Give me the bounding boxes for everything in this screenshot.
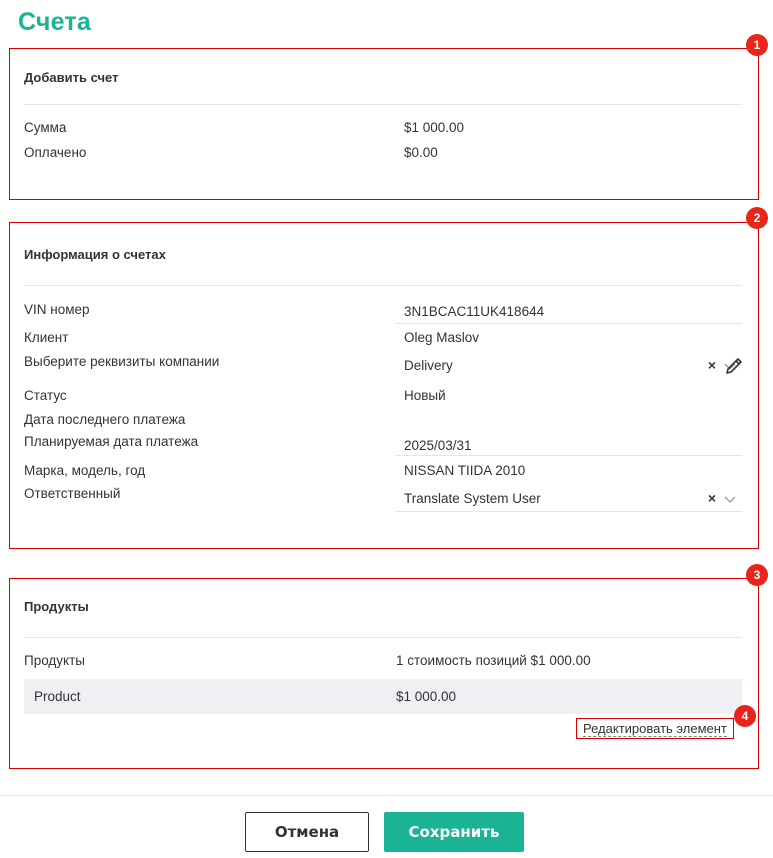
vin-field[interactable]: 3N1BCAC11UK418644 xyxy=(395,299,742,324)
annotation-badge-4: 4 xyxy=(734,705,756,727)
vin-label: VIN номер xyxy=(24,302,90,317)
add-invoice-title: Добавить счет xyxy=(24,70,119,85)
amount-row: Сумма $1 000.00 xyxy=(24,117,742,141)
client-value[interactable]: Oleg Maslov xyxy=(404,330,479,345)
invoice-info-header: Информация о счетах xyxy=(24,223,742,286)
paid-row: Оплачено $0.00 xyxy=(24,142,742,166)
last-payment-label: Дата последнего платежа xyxy=(24,412,186,427)
responsible-value: Translate System User xyxy=(404,491,541,506)
amount-value: $1 000.00 xyxy=(404,120,465,135)
products-title: Продукты xyxy=(24,599,89,614)
last-payment-row: Дата последнего платежа xyxy=(24,409,742,433)
responsible-row: Ответственный Translate System User × xyxy=(24,483,742,513)
amount-label: Сумма xyxy=(24,120,67,135)
annotation-badge-3: 3 xyxy=(746,564,768,586)
product-price: $1 000.00 xyxy=(396,689,457,704)
planned-payment-label: Планируемая дата платежа xyxy=(24,434,199,449)
planned-payment-row: Планируемая дата платежа 2025/03/31 xyxy=(24,431,742,456)
footer-divider xyxy=(0,795,773,796)
status-label: Статус xyxy=(24,388,67,403)
chevron-down-icon[interactable] xyxy=(724,493,736,505)
edit-item-link-label: Редактировать элемент xyxy=(583,721,727,737)
annotation-badge-1: 1 xyxy=(746,34,768,56)
invoice-info-title: Информация о счетах xyxy=(24,247,166,262)
add-invoice-panel: Добавить счет Сумма $1 000.00 Оплачено $… xyxy=(9,48,759,200)
paid-value: $0.00 xyxy=(404,145,438,160)
add-invoice-header: Добавить счет xyxy=(24,49,742,105)
save-button[interactable]: Сохранить xyxy=(384,812,524,852)
invoice-info-panel: Информация о счетах VIN номер 3N1BCAC11U… xyxy=(9,222,759,549)
edit-item-link[interactable]: Редактировать элемент xyxy=(576,718,734,739)
client-row: Клиент Oleg Maslov xyxy=(24,327,742,351)
responsible-clear-icon[interactable]: × xyxy=(708,490,716,506)
status-row: Статус Новый xyxy=(24,385,742,409)
vehicle-row: Марка, модель, год NISSAN TIIDA 2010 xyxy=(24,460,742,484)
responsible-select[interactable]: Translate System User × xyxy=(395,483,742,512)
status-value: Новый xyxy=(404,388,446,403)
vin-row: VIN номер 3N1BCAC11UK418644 xyxy=(24,299,742,324)
products-panel: Продукты Продукты 1 стоимость позиций $1… xyxy=(9,578,759,769)
responsible-label: Ответственный xyxy=(24,486,121,501)
page-title: Счета xyxy=(18,8,91,36)
product-row: Product $1 000.00 xyxy=(24,679,742,714)
products-summary-label: Продукты xyxy=(24,653,85,668)
planned-payment-value: 2025/03/31 xyxy=(404,438,472,453)
vehicle-value: NISSAN TIIDA 2010 xyxy=(404,463,526,478)
products-summary-row: Продукты 1 стоимость позиций $1 000.00 xyxy=(24,650,742,674)
company-clear-icon[interactable]: × xyxy=(708,357,716,373)
edit-pencil-icon[interactable] xyxy=(724,356,744,376)
company-row: Выберите реквизиты компании Delivery × xyxy=(24,351,742,381)
vehicle-label: Марка, модель, год xyxy=(24,463,146,478)
paid-label: Оплачено xyxy=(24,145,87,160)
products-summary-value: 1 стоимость позиций $1 000.00 xyxy=(396,653,591,668)
client-label: Клиент xyxy=(24,330,69,345)
product-name: Product xyxy=(34,689,81,704)
company-value: Delivery xyxy=(404,358,453,373)
annotation-badge-2: 2 xyxy=(746,207,768,229)
company-label: Выберите реквизиты компании xyxy=(24,354,220,369)
planned-payment-field[interactable]: 2025/03/31 xyxy=(395,431,742,456)
vin-value: 3N1BCAC11UK418644 xyxy=(404,304,545,319)
products-header: Продукты xyxy=(24,579,742,638)
cancel-button[interactable]: Отмена xyxy=(245,812,369,852)
